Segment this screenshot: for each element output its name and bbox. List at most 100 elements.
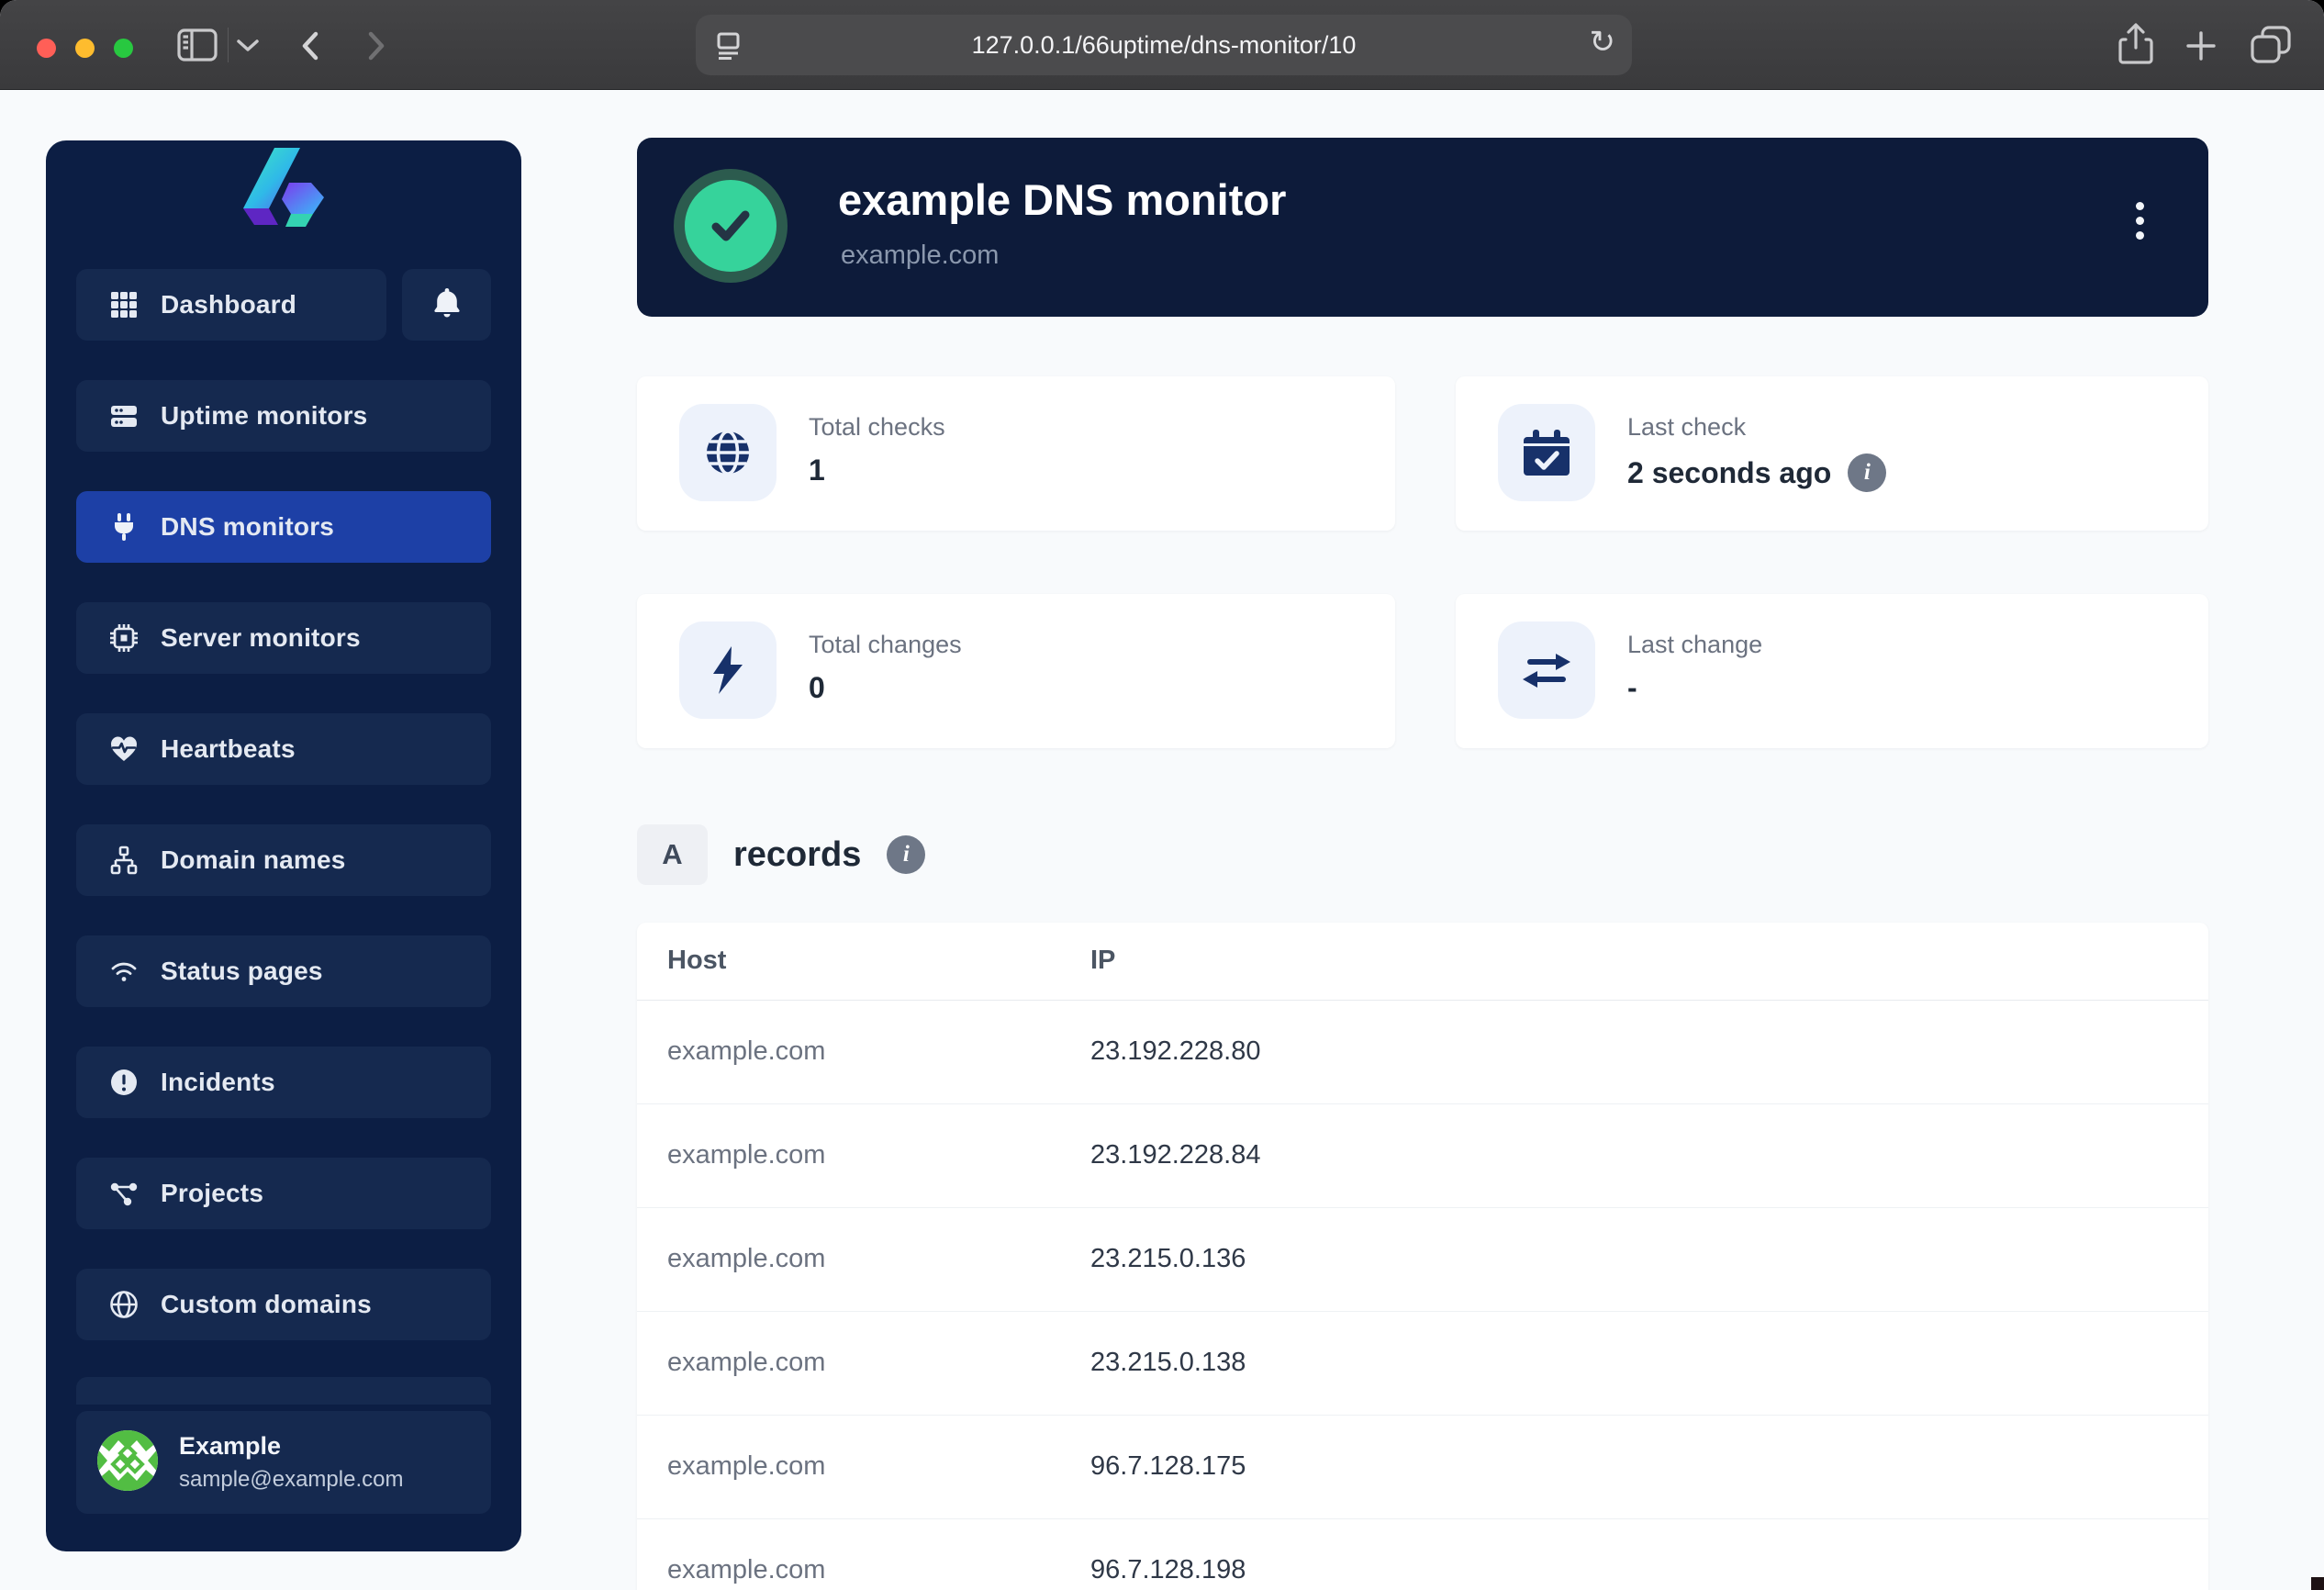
globe-icon <box>107 1289 140 1320</box>
bell-icon <box>431 286 463 324</box>
page-title: example DNS monitor <box>838 174 1286 225</box>
minimize-window-button[interactable] <box>75 39 95 58</box>
monitor-header-card: example DNS monitor example.com <box>637 138 2208 317</box>
sidebar-item-dns-monitors[interactable]: DNS monitors <box>76 491 491 563</box>
sidebar-item-label: Domain names <box>161 845 346 875</box>
browser-toolbar: 127.0.0.1/66uptime/dns-monitor/10 ↻ <box>0 0 2324 90</box>
tab-overview-icon[interactable] <box>2249 24 2293 66</box>
sidebar-item-custom-domains[interactable]: Custom domains <box>76 1269 491 1340</box>
grid-icon <box>107 289 140 320</box>
ip-cell: 96.7.128.175 <box>1060 1415 2208 1518</box>
sidebar-item-projects[interactable]: Projects <box>76 1158 491 1229</box>
sidebar-toggle-icon[interactable] <box>176 26 218 64</box>
sidebar-item-label: Server monitors <box>161 623 361 653</box>
sidebar: Dashboard <box>46 140 521 1551</box>
plug-icon <box>107 511 140 543</box>
swap-arrows-icon <box>1498 621 1595 719</box>
stat-label: Last check <box>1627 413 1886 442</box>
sidebar-item-dashboard[interactable]: Dashboard <box>76 269 386 341</box>
url-text: 127.0.0.1/66uptime/dns-monitor/10 <box>696 15 1632 75</box>
status-up-icon <box>674 169 788 283</box>
reload-icon[interactable]: ↻ <box>1590 27 1616 58</box>
zoom-window-button[interactable] <box>114 39 133 58</box>
sidebar-item-partial[interactable] <box>76 1377 491 1405</box>
stat-label: Total changes <box>809 631 962 659</box>
stat-label: Last change <box>1627 631 1762 659</box>
table-row: example.com 23.192.228.80 <box>637 1000 2208 1103</box>
column-header-ip: IP <box>1060 923 2208 1000</box>
close-window-button[interactable] <box>37 39 56 58</box>
screen-corner-artifact <box>2311 1577 2324 1590</box>
sidebar-item-uptime-monitors[interactable]: Uptime monitors <box>76 380 491 452</box>
globe-icon <box>679 404 777 501</box>
browser-window: 127.0.0.1/66uptime/dns-monitor/10 ↻ <box>0 0 2324 1590</box>
alert-circle-icon <box>107 1067 140 1098</box>
sidebar-item-label: Incidents <box>161 1068 275 1097</box>
back-icon[interactable] <box>294 28 327 64</box>
server-stack-icon <box>107 400 140 431</box>
monitor-hostname: example.com <box>841 241 999 271</box>
stat-value: - <box>1627 671 1637 705</box>
cpu-icon <box>107 622 140 654</box>
host-cell: example.com <box>637 1103 1060 1207</box>
host-cell: example.com <box>637 1518 1060 1590</box>
ip-cell: 96.7.128.198 <box>1060 1518 2208 1590</box>
share-nodes-icon <box>107 1178 140 1209</box>
info-icon[interactable]: i <box>887 835 925 874</box>
sidebar-item-label: Projects <box>161 1179 263 1208</box>
info-icon[interactable]: i <box>1848 453 1886 492</box>
wifi-icon <box>107 956 140 987</box>
sidebar-item-server-monitors[interactable]: Server monitors <box>76 602 491 674</box>
address-bar[interactable]: 127.0.0.1/66uptime/dns-monitor/10 ↻ <box>696 15 1632 75</box>
sidebar-item-incidents[interactable]: Incidents <box>76 1047 491 1118</box>
calendar-check-icon <box>1498 404 1595 501</box>
records-table: Host IP example.com 23.192.228.80 exampl… <box>637 923 2208 1590</box>
table-row: example.com 96.7.128.175 <box>637 1415 2208 1518</box>
new-tab-icon[interactable] <box>2183 28 2219 64</box>
stat-label: Total checks <box>809 413 945 442</box>
table-row: example.com 23.215.0.136 <box>637 1207 2208 1311</box>
sidebar-item-heartbeats[interactable]: Heartbeats <box>76 713 491 785</box>
ip-cell: 23.215.0.136 <box>1060 1207 2208 1311</box>
records-table-card: Host IP example.com 23.192.228.80 exampl… <box>637 923 2208 1590</box>
sitemap-icon <box>107 845 140 876</box>
user-card[interactable]: Example sample@example.com <box>76 1411 491 1514</box>
sidebar-item-domain-names[interactable]: Domain names <box>76 824 491 896</box>
table-row: example.com 23.192.228.84 <box>637 1103 2208 1207</box>
host-cell: example.com <box>637 1415 1060 1518</box>
screenshot-root: 127.0.0.1/66uptime/dns-monitor/10 ↻ <box>0 0 2324 1590</box>
forward-icon[interactable] <box>360 28 393 64</box>
column-header-host: Host <box>637 923 1060 1000</box>
host-cell: example.com <box>637 1207 1060 1311</box>
ip-cell: 23.215.0.138 <box>1060 1311 2208 1415</box>
notifications-button[interactable] <box>402 269 491 341</box>
sidebar-item-label: Dashboard <box>161 290 296 319</box>
chevron-down-icon[interactable] <box>235 37 261 53</box>
heart-pulse-icon <box>107 733 140 765</box>
stat-card-last-change: Last change - <box>1456 594 2208 748</box>
table-row: example.com 96.7.128.198 <box>637 1518 2208 1590</box>
stat-value: 1 <box>809 453 825 487</box>
stat-card-total-changes: Total changes 0 <box>637 594 1395 748</box>
user-email: sample@example.com <box>179 1467 403 1493</box>
app-logo[interactable] <box>76 147 491 230</box>
sidebar-item-label: Custom domains <box>161 1290 372 1319</box>
sidebar-item-label: DNS monitors <box>161 512 334 542</box>
avatar <box>96 1429 159 1496</box>
sidebar-item-label: Heartbeats <box>161 734 296 764</box>
records-section-header: A records i <box>637 824 925 885</box>
share-icon[interactable] <box>2117 22 2155 68</box>
ip-cell: 23.192.228.80 <box>1060 1000 2208 1103</box>
kebab-menu-icon[interactable] <box>2128 195 2151 247</box>
host-cell: example.com <box>637 1311 1060 1415</box>
sidebar-item-label: Uptime monitors <box>161 401 367 431</box>
sidebar-item-status-pages[interactable]: Status pages <box>76 935 491 1007</box>
stat-card-last-check: Last check 2 seconds ago i <box>1456 376 2208 531</box>
table-header-row: Host IP <box>637 923 2208 1000</box>
records-title: records <box>733 835 861 875</box>
stat-value: 0 <box>809 671 825 705</box>
page-content: Dashboard <box>0 90 2324 1590</box>
toolbar-divider <box>228 28 229 62</box>
ip-cell: 23.192.228.84 <box>1060 1103 2208 1207</box>
table-row: example.com 23.215.0.138 <box>637 1311 2208 1415</box>
